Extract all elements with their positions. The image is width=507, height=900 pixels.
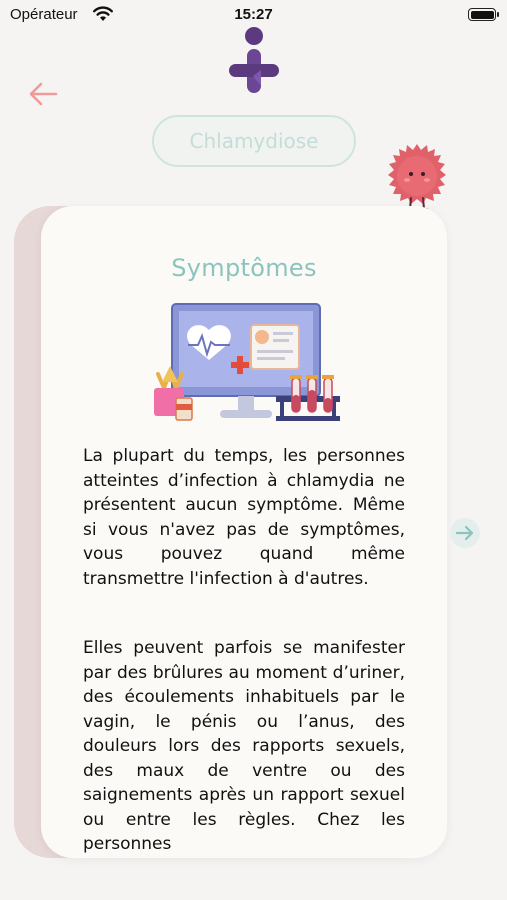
topic-title: Chlamydiose — [152, 115, 356, 167]
card-title: Symptômes — [171, 254, 317, 282]
battery-icon — [468, 8, 499, 21]
back-arrow-icon[interactable] — [26, 78, 62, 110]
card-paragraph-2: Elles peuvent parfois se manifester par … — [83, 638, 405, 854]
card-paragraph-1: La plupart du temps, les personnes attei… — [83, 446, 405, 589]
mascot-character-icon — [388, 144, 446, 210]
medical-monitor-illustration — [154, 303, 340, 421]
next-arrow-icon[interactable] — [450, 518, 480, 548]
info-card: Symptômes La plupart du temps, les perso… — [41, 206, 447, 858]
card-body: La plupart du temps, les personnes attei… — [83, 444, 405, 858]
app-logo — [229, 27, 279, 93]
clock-time: 15:27 — [234, 6, 273, 23]
